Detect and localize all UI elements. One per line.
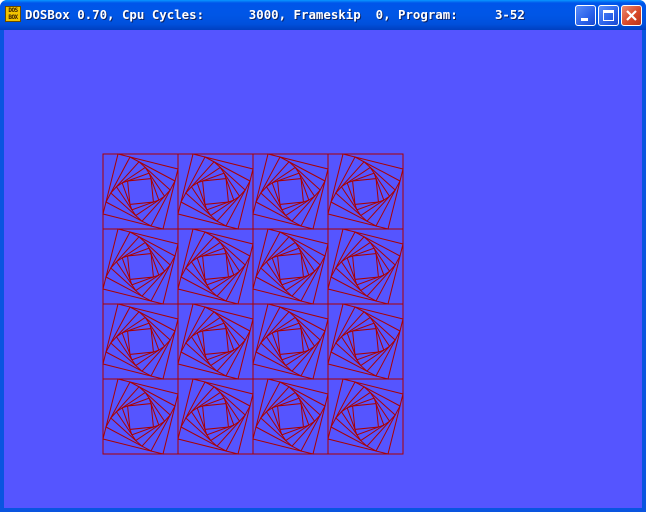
- square-outline: [340, 391, 391, 442]
- square-outline: [340, 241, 391, 292]
- square-outline: [252, 153, 329, 230]
- square-outline: [177, 303, 254, 380]
- square-outline: [102, 378, 179, 455]
- square-outline: [190, 316, 241, 367]
- square-outline: [255, 381, 326, 452]
- square-outline: [330, 381, 401, 452]
- square-outline: [252, 378, 329, 455]
- square-outline: [277, 403, 304, 430]
- square-outline: [127, 178, 154, 205]
- square-outline: [102, 228, 179, 305]
- square-outline: [327, 303, 404, 380]
- square-outline: [265, 316, 316, 367]
- maximize-button[interactable]: [598, 5, 619, 26]
- square-outline: [252, 153, 329, 230]
- square-outline: [202, 328, 229, 355]
- minimize-icon: [581, 18, 588, 21]
- square-outline: [252, 228, 329, 305]
- square-outline: [180, 231, 251, 302]
- square-outline: [202, 403, 229, 430]
- square-outline: [190, 391, 241, 442]
- square-outline: [177, 303, 254, 380]
- square-outline: [352, 328, 379, 355]
- square-outline: [115, 241, 166, 292]
- square-outline: [177, 228, 254, 305]
- square-outline: [102, 153, 179, 230]
- square-outline: [190, 241, 241, 292]
- square-outline: [180, 306, 251, 377]
- square-outline: [105, 156, 176, 227]
- app-icon-text-bottom: BOX: [8, 14, 18, 21]
- square-outline: [105, 231, 176, 302]
- square-outline: [327, 153, 404, 230]
- maximize-icon: [603, 10, 614, 21]
- square-outline: [102, 228, 179, 305]
- square-outline: [265, 241, 316, 292]
- square-outline: [102, 303, 179, 380]
- square-outline: [190, 166, 241, 217]
- square-outline: [327, 303, 404, 380]
- square-outline: [255, 306, 326, 377]
- square-outline: [340, 316, 391, 367]
- square-outline: [180, 381, 251, 452]
- square-outline: [265, 391, 316, 442]
- square-outline: [177, 228, 254, 305]
- square-outline: [252, 303, 329, 380]
- app-icon-text-top: DOS: [8, 7, 18, 14]
- window-title: DOSBox 0.70, Cpu Cycles: 3000, Frameskip…: [25, 7, 525, 22]
- square-outline: [127, 403, 154, 430]
- square-outline: [202, 178, 229, 205]
- dosbox-app-icon[interactable]: DOS BOX: [5, 6, 21, 22]
- minimize-button[interactable]: [575, 5, 596, 26]
- square-outline: [265, 166, 316, 217]
- square-outline: [102, 378, 179, 455]
- square-outline: [115, 166, 166, 217]
- square-outline: [327, 378, 404, 455]
- square-outline: [327, 228, 404, 305]
- square-outline: [127, 253, 154, 280]
- square-outline: [352, 253, 379, 280]
- dos-screen[interactable]: [4, 30, 642, 508]
- square-outline: [180, 156, 251, 227]
- square-outline: [255, 156, 326, 227]
- square-outline: [340, 166, 391, 217]
- square-outline: [330, 306, 401, 377]
- square-outline: [327, 228, 404, 305]
- nested-squares-pattern: [102, 153, 404, 455]
- square-outline: [277, 253, 304, 280]
- square-outline: [177, 378, 254, 455]
- close-icon: [626, 10, 637, 21]
- square-outline: [127, 328, 154, 355]
- square-outline: [105, 381, 176, 452]
- square-outline: [115, 391, 166, 442]
- square-outline: [330, 156, 401, 227]
- square-outline: [277, 178, 304, 205]
- square-outline: [252, 228, 329, 305]
- square-outline: [327, 378, 404, 455]
- square-outline: [102, 303, 179, 380]
- square-outline: [177, 378, 254, 455]
- title-bar[interactable]: DOS BOX DOSBox 0.70, Cpu Cycles: 3000, F…: [0, 0, 646, 30]
- square-outline: [102, 153, 179, 230]
- square-outline: [252, 378, 329, 455]
- square-outline: [352, 178, 379, 205]
- square-outline: [105, 306, 176, 377]
- square-outline: [202, 253, 229, 280]
- square-outline: [177, 153, 254, 230]
- square-outline: [352, 403, 379, 430]
- square-outline: [115, 316, 166, 367]
- square-outline: [330, 231, 401, 302]
- close-button[interactable]: [621, 5, 642, 26]
- square-outline: [252, 303, 329, 380]
- square-outline: [277, 328, 304, 355]
- square-outline: [255, 231, 326, 302]
- square-outline: [327, 153, 404, 230]
- square-outline: [177, 153, 254, 230]
- dosbox-window: DOS BOX DOSBox 0.70, Cpu Cycles: 3000, F…: [0, 0, 646, 512]
